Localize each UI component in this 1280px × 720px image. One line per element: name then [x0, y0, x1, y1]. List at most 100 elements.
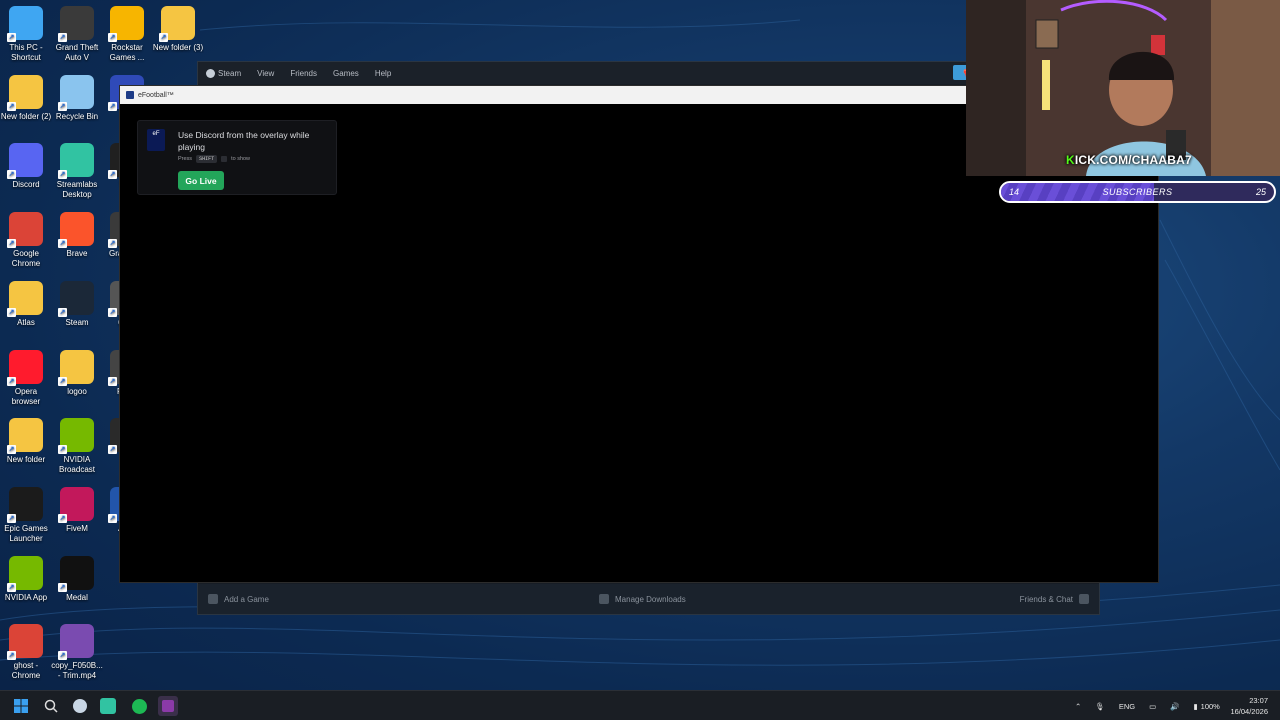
volume-icon[interactable]: 🔊 [1170, 702, 1179, 711]
download-icon [599, 594, 609, 604]
desktop-icon-label: logoo [67, 386, 87, 396]
shortcut-arrow-icon: ↗ [7, 651, 16, 661]
shortcut-arrow-icon: ↗ [58, 582, 67, 592]
gta-icon: ↗ [58, 6, 94, 42]
steam-menu-label: Steam [218, 68, 242, 78]
video-file-icon: ↗ [58, 624, 94, 661]
shortcut-arrow-icon: ↗ [108, 101, 117, 111]
network-icon[interactable]: ▭ [1149, 702, 1156, 711]
windows-icon [14, 699, 28, 713]
language-indicator[interactable]: ENG [1119, 702, 1135, 711]
epic-games-icon: ↗ [7, 486, 43, 523]
efootball-icon [162, 700, 174, 712]
start-button[interactable] [11, 696, 31, 716]
desktop-icon[interactable]: ↗ Brave [51, 212, 103, 259]
shortcut-arrow-icon: ↗ [58, 445, 67, 455]
steam-menu-steam[interactable]: Steam [198, 68, 249, 78]
chat-icon [1079, 594, 1089, 604]
folder-icon: ↗ [58, 349, 94, 386]
desktop-icon-label: ghost - Chrome [11, 661, 41, 681]
desktop-icon[interactable]: ↗ Recycle Bin [51, 74, 103, 122]
shortcut-arrow-icon: ↗ [108, 33, 117, 42]
taskbar-steam[interactable] [70, 696, 90, 716]
webcam-scene [966, 0, 1280, 176]
spotify-icon [131, 698, 147, 714]
hint-to-show: to show [231, 156, 251, 162]
kick-url-rest: ICK.COM/CHAABA7 [1074, 153, 1192, 167]
sub-goal-target: 25 [1255, 187, 1266, 197]
shortcut-arrow-icon: ↗ [58, 651, 67, 661]
steam-icon [73, 699, 87, 713]
desktop-icon[interactable]: ↗ Grand Theft Auto V [51, 6, 103, 63]
steam-menu-view[interactable]: View [249, 69, 282, 78]
recycle-bin-icon: ↗ [58, 74, 94, 111]
this-pc-icon: ↗ [7, 6, 43, 42]
desktop-icon-label: Grand Theft Auto V [55, 43, 99, 62]
desktop-icon[interactable]: ↗ Opera browser [0, 349, 52, 407]
fivem-icon: ↗ [58, 486, 94, 523]
search-icon [44, 699, 58, 713]
friends-chat-button[interactable]: Friends & Chat [1020, 594, 1089, 604]
desktop-icon[interactable]: ↗ This PC - Shortcut [0, 6, 52, 63]
subscriber-goal-bar: 14 SUBSCRIBERS 25 [999, 181, 1276, 203]
steam-logo-icon [206, 68, 215, 78]
shortcut-arrow-icon: ↗ [159, 33, 168, 42]
chrome-icon: ↗ [7, 624, 43, 661]
desktop-icon-label: Rockstar Games ... [109, 43, 145, 62]
shortcut-arrow-icon: ↗ [7, 170, 16, 180]
steam-bottombar: Add a Game Manage Downloads Friends & Ch… [198, 584, 1099, 614]
shortcut-arrow-icon: ↗ [7, 307, 16, 317]
taskbar-search-button[interactable] [41, 696, 61, 716]
desktop-icon-label: Atlas [17, 317, 35, 327]
taskbar-efootball[interactable] [158, 696, 178, 716]
desktop-icon[interactable]: ↗ Rockstar Games ... [101, 6, 153, 63]
chevron-up-icon[interactable]: ⌃ [1075, 702, 1081, 711]
discord-overlay-popup: eF Use Discord from the overlay while pl… [137, 120, 337, 195]
shortcut-arrow-icon: ↗ [7, 445, 16, 455]
clock-time: 23:07 [1249, 696, 1268, 705]
shortcut-arrow-icon: ↗ [58, 33, 67, 42]
desktop-icon[interactable]: ↗ copy_F050B... - Trim.mp4 [51, 624, 103, 681]
desktop-icon[interactable]: ↗ NVIDIA App [0, 555, 52, 603]
add-game-button[interactable]: Add a Game [208, 594, 269, 604]
efootball-icon [126, 91, 134, 99]
medal-icon: ↗ [58, 555, 94, 592]
nvidia-broadcast-icon: ↗ [58, 418, 94, 455]
desktop-icon[interactable]: ↗ New folder [0, 418, 52, 465]
desktop-icon[interactable]: ↗ New folder (2) [0, 74, 52, 122]
desktop-icon-label: Epic Games Launcher [4, 523, 48, 543]
battery-percent: 100% [1200, 701, 1220, 711]
kick-channel-url: KICK.COM/CHAABA7 [1066, 153, 1192, 167]
taskbar-streamlabs[interactable] [100, 698, 116, 714]
go-live-button[interactable]: Go Live [178, 171, 224, 190]
desktop-icon-label: NVIDIA App [4, 592, 48, 602]
desktop-icon[interactable]: ↗ Medal [51, 555, 103, 603]
desktop-icon[interactable]: ↗ Google Chrome [0, 212, 52, 269]
desktop-icon[interactable]: ↗ logoo [51, 349, 103, 397]
clock[interactable]: 23:07 16/04/2026 [1230, 695, 1268, 717]
desktop-icon[interactable]: ↗ NVIDIA Broadcast [51, 418, 103, 475]
desktop-icon[interactable]: ↗ Streamlabs Desktop [51, 143, 103, 200]
shortcut-arrow-icon: ↗ [108, 376, 117, 386]
manage-downloads-button[interactable]: Manage Downloads [599, 594, 686, 604]
desktop-icon[interactable]: ↗ Discord [0, 143, 52, 190]
shortcut-arrow-icon: ↗ [108, 239, 117, 249]
steam-menu-friends[interactable]: Friends [282, 69, 325, 78]
desktop-icon[interactable]: ↗ Epic Games Launcher [0, 486, 52, 544]
add-game-label: Add a Game [224, 594, 269, 604]
desktop-icon-label: Medal [66, 592, 88, 602]
desktop-icon[interactable]: ↗Atlas [0, 280, 52, 328]
desktop-icon[interactable]: ↗ FiveM [51, 486, 103, 534]
steam-menu-games[interactable]: Games [325, 69, 367, 78]
taskbar-spotify[interactable] [129, 696, 149, 716]
microphone-icon[interactable]: 🎙 [1095, 702, 1105, 711]
steam-menu-help[interactable]: Help [367, 69, 399, 78]
efootball-logo-icon: eF [147, 129, 165, 151]
desktop-icon[interactable]: ↗ ghost - Chrome [0, 624, 52, 681]
desktop-icon[interactable]: ↗ Steam [51, 280, 103, 328]
desktop-icon-label: Streamlabs Desktop [56, 180, 98, 200]
desktop-icon[interactable]: ↗ New folder (3) [152, 6, 204, 53]
battery-indicator[interactable]: ▮ 100% [1194, 702, 1220, 711]
efootball-titlebar[interactable]: eFootball™ [120, 86, 966, 104]
folder-icon: ↗ [7, 418, 43, 455]
